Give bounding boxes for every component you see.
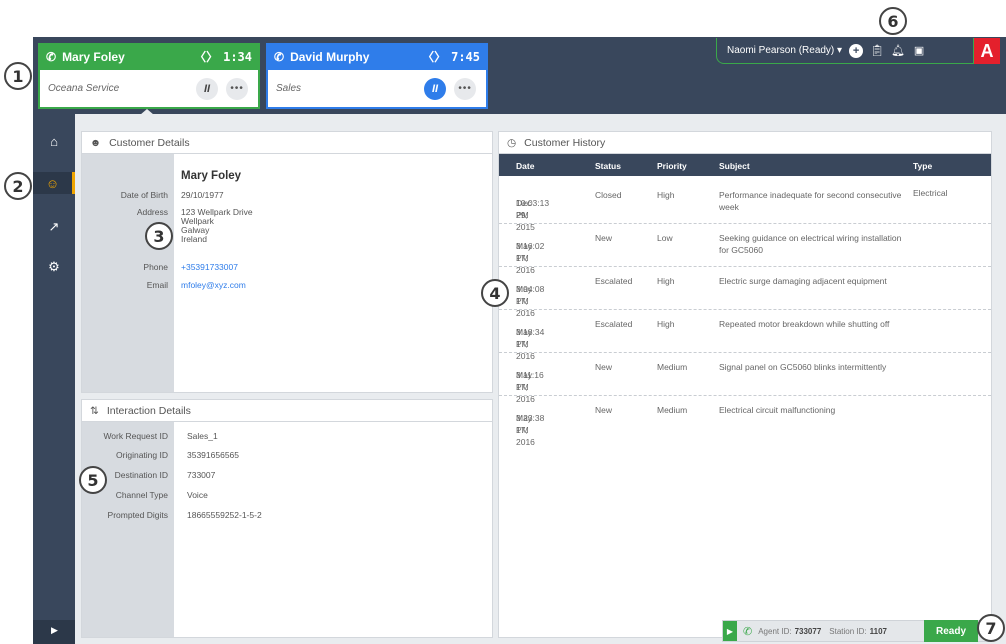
field-label: Originating ID	[116, 450, 168, 460]
column-header[interactable]: Priority	[657, 161, 687, 171]
caller-name: David Murphy	[290, 49, 370, 64]
panel-title: Customer Details	[109, 136, 190, 149]
history-table-header: Date Status Priority Subject Type	[499, 154, 991, 176]
customer-name: Mary Foley	[181, 170, 242, 182]
call-timer: 7:45	[451, 49, 480, 64]
call-timer: 1:34	[223, 49, 252, 64]
ready-button[interactable]: Ready	[924, 620, 978, 642]
panel-header: ☻ Customer Details	[82, 132, 492, 154]
callout-marker: 7	[977, 614, 1005, 642]
call-card-header: ✆ Mary Foley 〈〉 1:34	[38, 43, 260, 70]
callout-marker: 2	[4, 172, 32, 200]
field-value: Ireland	[181, 234, 207, 244]
field-value: 29/10/1977	[181, 190, 224, 200]
field-label: Address	[136, 207, 168, 217]
field-value: 733007	[187, 470, 216, 480]
station-id-value: 1107	[869, 626, 887, 636]
agent-id-label: Agent ID:	[758, 626, 792, 636]
field-value: Sales_1	[187, 431, 218, 441]
agent-status-dropdown[interactable]: Naomi Pearson (Ready) ▾	[727, 45, 842, 56]
table-row[interactable]: May 17, 2016 3:11:16 PM New Medium Signal…	[499, 353, 991, 404]
field-value: 35391656565	[187, 450, 240, 460]
column-header[interactable]: Type	[913, 161, 932, 171]
phone-icon: ✆	[743, 625, 753, 638]
bell-icon[interactable]: 🔔︎	[891, 44, 905, 58]
active-call-pointer	[140, 109, 154, 115]
callout-marker: 6	[879, 7, 907, 35]
field-label: Email	[146, 280, 168, 290]
call-card-body: Sales II •••	[266, 70, 488, 109]
table-row[interactable]: May 17, 2016 3:23:38 PM New Medium Electr…	[499, 396, 991, 447]
agent-id-value: 733077	[794, 626, 822, 636]
callout-marker: 4	[481, 279, 509, 307]
table-row[interactable]: Dec 29, 2015 10:03:13 PM Closed High Perf…	[499, 181, 991, 232]
hold-button[interactable]: II	[424, 77, 446, 100]
contact-card-icon[interactable]: ▣	[912, 44, 926, 58]
transfer-icon: ⇅	[90, 404, 99, 417]
settings-user-icon[interactable]: ⚙	[33, 256, 75, 278]
queue-name: Oceana Service	[48, 83, 120, 94]
call-card-david-murphy[interactable]: ✆ David Murphy 〈〉 7:45 Sales II •••	[266, 43, 488, 109]
customer-icon[interactable]: ☺	[33, 172, 75, 194]
hold-button[interactable]: II	[196, 77, 218, 100]
field-label: Work Request ID	[103, 431, 168, 441]
call-card-body: Oceana Service II •••	[38, 70, 260, 109]
table-row[interactable]: May 17, 2016 3:16:02 PM New Low Seeking g…	[499, 224, 991, 275]
voicemail-icon: 〈〉	[422, 50, 447, 64]
clock-icon: ◷	[507, 136, 517, 149]
more-options-button[interactable]: •••	[454, 77, 476, 100]
callout-marker: 1	[4, 62, 32, 90]
home-icon[interactable]: ⌂	[33, 130, 75, 152]
external-link-icon[interactable]: ↗	[33, 216, 75, 238]
agent-status-area: Naomi Pearson (Ready) ▾ + 📋︎ 🔔︎ ▣	[716, 38, 974, 64]
column-header[interactable]: Status	[595, 161, 621, 171]
phone-link[interactable]: +35391733007	[181, 262, 238, 272]
call-card-mary-foley[interactable]: ✆ Mary Foley 〈〉 1:34 Oceana Service II ••…	[38, 43, 260, 109]
chevron-down-icon: ▾	[837, 45, 843, 56]
phone-icon: ✆	[274, 49, 285, 64]
panel-title: Interaction Details	[106, 404, 191, 417]
station-id-label: Station ID:	[829, 626, 867, 636]
sidebar-expand[interactable]: ▶	[33, 620, 75, 644]
interaction-details-panel: ⇅ Interaction Details Work Request ID Sa…	[81, 399, 493, 638]
email-link[interactable]: mfoley@xyz.com	[181, 280, 246, 290]
customer-details-panel: ☻ Customer Details Mary Foley Date of Bi…	[81, 131, 493, 393]
callout-marker: 3	[145, 222, 173, 250]
panel-header: ◷ Customer History	[499, 132, 991, 154]
field-label: Date of Birth	[120, 190, 168, 200]
call-card-header: ✆ David Murphy 〈〉 7:45	[266, 43, 488, 70]
panel-header: ⇅ Interaction Details	[82, 400, 492, 422]
field-label: Phone	[143, 262, 168, 272]
voicemail-icon: 〈〉	[194, 50, 219, 64]
field-value: Voice	[187, 490, 208, 500]
table-row[interactable]: May 17, 2016 3:04:08 PM Escalated High El…	[499, 267, 991, 318]
field-label: Prompted Digits	[107, 510, 168, 520]
person-icon: ☻	[90, 136, 102, 149]
chevron-right-icon[interactable]: ▶	[51, 625, 58, 636]
field-value: 18665559252-1-5-2	[187, 510, 262, 520]
panel-title: Customer History	[524, 136, 606, 149]
more-options-button[interactable]: •••	[226, 77, 248, 100]
table-row[interactable]: May 17, 2016 3:18:34 PM Escalated High Re…	[499, 310, 991, 361]
queue-name: Sales	[276, 83, 302, 94]
clipboard-icon[interactable]: 📋︎	[870, 44, 884, 58]
plus-icon[interactable]: +	[849, 43, 864, 58]
column-header[interactable]: Date	[516, 161, 534, 171]
callout-marker: 5	[79, 466, 107, 494]
column-header[interactable]: Subject	[719, 161, 750, 171]
play-icon[interactable]: ▶	[723, 621, 737, 641]
phone-icon: ✆	[46, 49, 57, 64]
caller-name: Mary Foley	[62, 49, 125, 64]
app-logo[interactable]: A	[974, 38, 1000, 64]
